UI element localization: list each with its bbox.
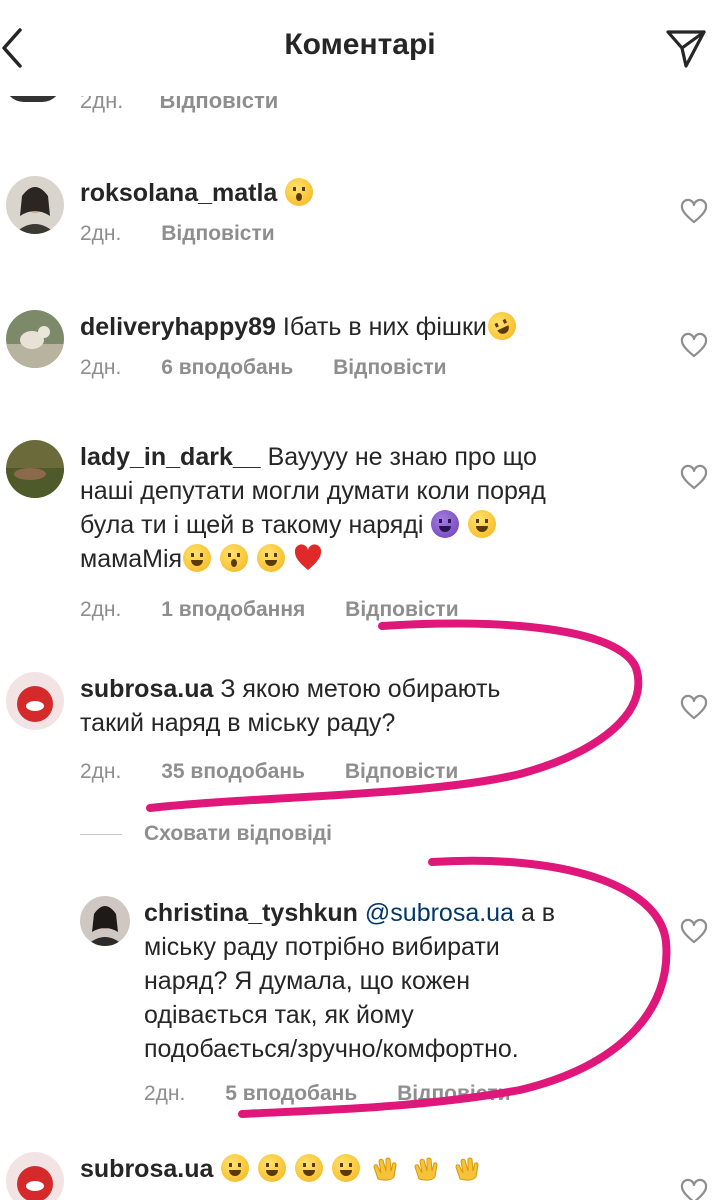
comment-username[interactable]: subrosa.ua: [80, 675, 213, 703]
page-title: Коментарі: [284, 28, 436, 61]
comment-content: одівається так, як йому: [144, 1001, 414, 1029]
user-photo-icon: [6, 440, 64, 498]
red-heart-icon: [294, 544, 322, 572]
surprised-emoji-icon: [285, 178, 314, 206]
kissing-heart-emoji-icon: [220, 544, 249, 572]
hide-replies-label: Сховати відповіді: [144, 822, 332, 845]
sweat-smile-emoji-icon: [183, 544, 212, 572]
like-count[interactable]: 5 вподобань: [225, 1082, 357, 1105]
share-button[interactable]: [662, 24, 710, 72]
comment-text: subrosa.ua: [80, 1152, 658, 1186]
avatar[interactable]: [80, 896, 130, 946]
smiling-imp-emoji-icon: [431, 510, 460, 538]
heart-outline-icon: [680, 464, 708, 490]
comment-text: subrosa.ua З якою метою обирають такий н…: [80, 672, 658, 740]
comment-time: 2дн.: [80, 598, 122, 621]
divider: [80, 833, 122, 835]
user-photo-icon: [6, 310, 64, 368]
clap-emoji-icon: [455, 1157, 479, 1181]
sweat-smile-emoji-icon: [468, 510, 497, 538]
comment-meta: 2дн. 6 вподобань Відповісти: [80, 356, 658, 380]
comment-body: roksolana_matla 2дн. Відповісти: [80, 176, 658, 246]
avatar[interactable]: [6, 176, 64, 234]
joy-emoji-icon: [258, 1154, 287, 1182]
reply-link[interactable]: Відповісти: [397, 1082, 510, 1105]
comment-meta: 2дн. 35 вподобань Відповісти: [80, 760, 658, 784]
like-button[interactable]: [680, 198, 708, 226]
avatar[interactable]: [6, 672, 64, 730]
comment-content: наряд? Я думала, що кожен: [144, 967, 471, 995]
comment-text: roksolana_matla: [80, 176, 658, 210]
comment-body: christina_tyshkun @subrosa.ua а в міську…: [144, 896, 678, 1106]
comment-meta: 2дн. 5 вподобань Відповісти: [144, 1082, 678, 1106]
comment-content: подобається/зручно/комфортно.: [144, 1035, 519, 1063]
user-photo-icon: [80, 896, 130, 946]
comment-text: deliveryhappy89 Ібать в них фішки: [80, 307, 658, 345]
heart-outline-icon: [680, 198, 708, 224]
comment-meta: 2дн. Відповісти: [80, 222, 658, 246]
send-icon: [666, 30, 706, 68]
comment-text: lady_in_dark__ Вауууу не знаю про що наш…: [80, 440, 658, 576]
brand-logo-icon: [6, 672, 64, 730]
comment-username[interactable]: roksolana_matla: [80, 179, 277, 207]
mention-link[interactable]: @subrosa.ua: [365, 899, 514, 927]
comment-username[interactable]: lady_in_dark__: [80, 443, 261, 471]
comment-username[interactable]: deliveryhappy89: [80, 313, 276, 341]
reply-link[interactable]: Відповісти: [345, 598, 458, 621]
comment-content: З якою метою обирають: [220, 675, 501, 703]
comment-content: була ти і щей в такому наряді: [80, 511, 424, 539]
clap-emoji-icon: [373, 1157, 397, 1181]
brand-logo-icon: [6, 1152, 64, 1200]
comment-time: 2дн.: [80, 356, 122, 379]
comment-body: lady_in_dark__ Вауууу не знаю про що наш…: [80, 440, 658, 622]
user-photo-icon: [6, 176, 64, 234]
like-button[interactable]: [680, 918, 708, 946]
comment-time: 2дн.: [80, 222, 122, 245]
comment-meta: 2дн. 1 вподобання Відповісти: [80, 598, 658, 622]
joy-emoji-icon: [332, 1154, 361, 1182]
reply-link[interactable]: Відповісти: [333, 356, 446, 379]
like-button[interactable]: [680, 464, 708, 492]
heart-outline-icon: [680, 918, 708, 944]
avatar[interactable]: [6, 310, 64, 368]
heart-outline-icon: [680, 694, 708, 720]
joy-emoji-icon: [295, 1154, 324, 1182]
header: Коментарі: [0, 0, 720, 96]
rofl-emoji-icon: [483, 307, 521, 345]
comment-body: deliveryhappy89 Ібать в них фішки 2дн. 6…: [80, 307, 658, 380]
like-count[interactable]: 35 вподобань: [161, 760, 305, 783]
comment-username[interactable]: christina_tyshkun: [144, 899, 358, 927]
avatar[interactable]: [6, 1152, 64, 1200]
heart-outline-icon: [680, 332, 708, 358]
hide-replies-button[interactable]: Сховати відповіді: [80, 822, 332, 846]
like-button[interactable]: [680, 1178, 708, 1200]
comment-content: мамаМія: [80, 545, 183, 573]
comment-content: міську раду потрібно вибирати: [144, 933, 500, 961]
comment-username[interactable]: subrosa.ua: [80, 1155, 213, 1183]
like-button[interactable]: [680, 332, 708, 360]
comment-body: subrosa.ua З якою метою обирають такий н…: [80, 672, 658, 784]
comment-body: subrosa.ua: [80, 1152, 658, 1186]
comment-content: а в: [520, 899, 556, 927]
reply-link[interactable]: Відповісти: [345, 760, 458, 783]
comment-content: Ібать в них фішки: [282, 313, 487, 341]
comment-content: наші депутати могли думати коли поряд: [80, 477, 546, 505]
comments-screen: Коментарі 2дн. Відповісти roksolana_matl…: [0, 0, 720, 1200]
like-count[interactable]: 6 вподобань: [161, 356, 293, 379]
heart-outline-icon: [680, 1178, 708, 1200]
avatar[interactable]: [6, 440, 64, 498]
smiling-face-with-hearts-emoji-icon: [257, 544, 286, 572]
like-count[interactable]: 1 вподобання: [161, 598, 305, 621]
comment-content: такий наряд в міську раду?: [80, 709, 396, 737]
comment-time: 2дн.: [144, 1082, 186, 1105]
reply-link[interactable]: Відповісти: [161, 222, 274, 245]
comment-time: 2дн.: [80, 760, 122, 783]
comment-text: christina_tyshkun @subrosa.ua а в міську…: [144, 896, 678, 1066]
comment-content: Вауууу не знаю про що: [267, 443, 537, 471]
joy-emoji-icon: [221, 1154, 250, 1182]
clap-emoji-icon: [414, 1157, 438, 1181]
like-button[interactable]: [680, 694, 708, 722]
